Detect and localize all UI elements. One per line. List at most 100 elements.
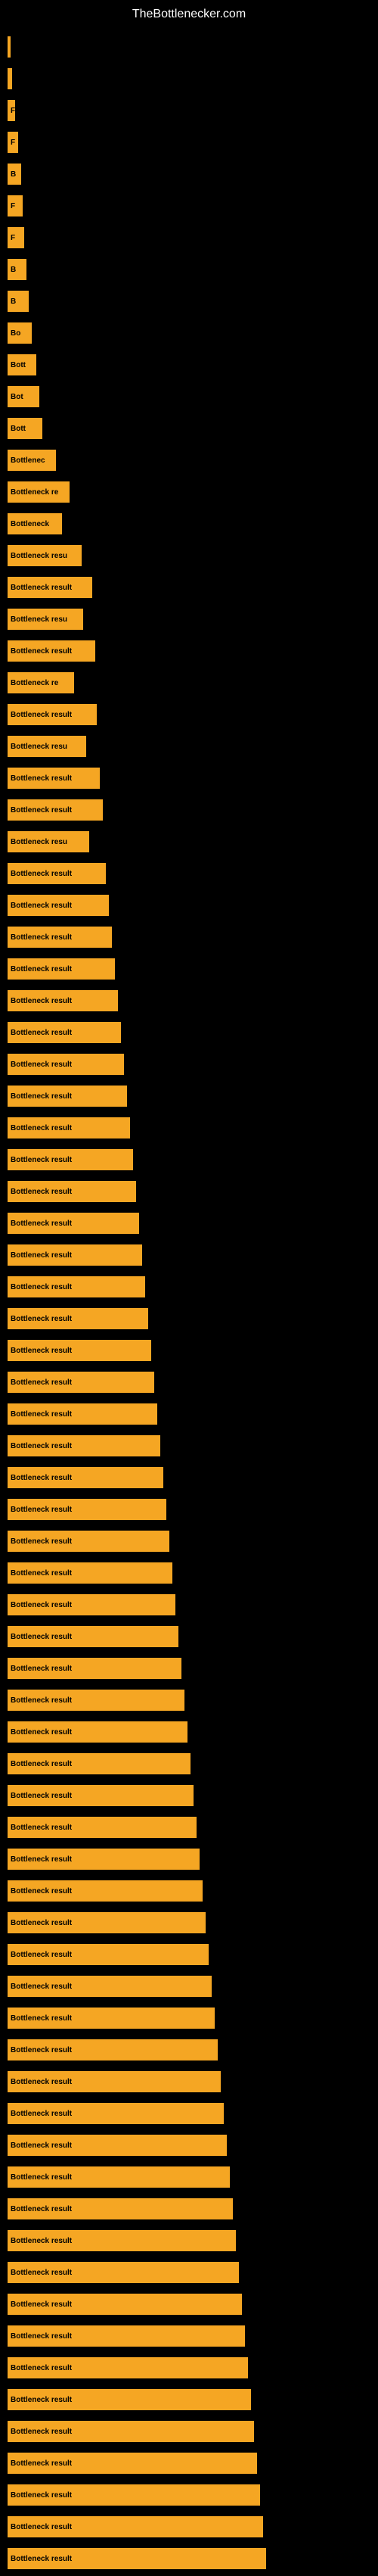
bar: Bottleneck result — [8, 1944, 209, 1965]
bar: Bottleneck result — [8, 1499, 166, 1520]
bar: Bottleneck result — [8, 2325, 245, 2347]
bar-label: Bottleneck result — [11, 1188, 72, 1196]
bar: Bottleneck result — [8, 2198, 233, 2219]
bar: Bottleneck result — [8, 577, 92, 598]
bar-label: Bottleneck result — [11, 647, 72, 656]
bar: Bottleneck result — [8, 1626, 178, 1647]
bar: Bottleneck result — [8, 1562, 172, 1584]
bar: Bott — [8, 418, 42, 439]
bar-row: Bottleneck resu — [8, 827, 370, 856]
bar-row: Bottleneck result — [8, 1082, 370, 1110]
bar-row: Bott — [8, 414, 370, 443]
bar-label: Bottleneck result — [11, 997, 72, 1005]
bar-label: Bottleneck result — [11, 1696, 72, 1705]
bar: Bottlenec — [8, 450, 56, 471]
bar-label: Bottleneck result — [11, 1410, 72, 1419]
bar: Bottleneck result — [8, 1976, 212, 1997]
bar-label: Bottleneck result — [11, 2428, 72, 2436]
bar-label: Bottleneck result — [11, 1569, 72, 1578]
bar: Bottleneck result — [8, 1849, 200, 1870]
bar-label: Bottleneck result — [11, 1347, 72, 1355]
bar-row: Bottleneck result — [8, 1336, 370, 1365]
bar-label: Bottleneck result — [11, 1887, 72, 1895]
bar-label: Bottleneck result — [11, 1474, 72, 1482]
bar — [8, 68, 12, 89]
bar: Bottleneck result — [8, 1753, 191, 1774]
bar: Bottleneck result — [8, 2008, 215, 2029]
bar-row: Bottleneck result — [8, 2322, 370, 2350]
bar-row: Bottleneck result — [8, 891, 370, 920]
bar-label: Bottleneck result — [11, 1792, 72, 1800]
bar-row: B — [8, 255, 370, 284]
bar: Bottleneck result — [8, 1658, 181, 1679]
bar: Bottleneck result — [8, 704, 97, 725]
bar-row: Bottleneck re — [8, 668, 370, 697]
bar: Bottleneck result — [8, 1054, 124, 1075]
bar-label: Bottleneck result — [11, 1092, 72, 1101]
bar-row: Bottleneck result — [8, 2481, 370, 2509]
bar-label: Bottleneck result — [11, 2364, 72, 2372]
bar-row: Bottleneck result — [8, 1431, 370, 1460]
bar-row: F — [8, 128, 370, 157]
bar-row: Bottleneck result — [8, 1050, 370, 1079]
bar-label: F — [11, 234, 15, 242]
bar: Bottleneck result — [8, 1022, 121, 1043]
bar-row: B — [8, 287, 370, 316]
bar: F — [8, 227, 24, 248]
bar-label: Bott — [11, 425, 26, 433]
bar: Bottleneck result — [8, 1785, 194, 1806]
bar-label: Bottleneck result — [11, 2269, 72, 2277]
bar-row: Bottleneck result — [8, 796, 370, 824]
bar: Bottleneck result — [8, 799, 103, 821]
bar-row: Bottleneck result — [8, 2036, 370, 2064]
bar-label: Bottleneck result — [11, 1760, 72, 1768]
bar-row: Bottleneck result — [8, 2099, 370, 2128]
bar-row: Bott — [8, 350, 370, 379]
bar-label: Bottleneck — [11, 520, 49, 528]
bar: Bottleneck result — [8, 2516, 263, 2537]
bar-row: Bottleneck result — [8, 1114, 370, 1142]
bar-row: Bottleneck result — [8, 1559, 370, 1587]
bar-label: Bottleneck result — [11, 1633, 72, 1641]
site-title: TheBottlenecker.com — [0, 0, 378, 25]
bar-row: Bottleneck resu — [8, 541, 370, 570]
bar-row: Bottleneck — [8, 509, 370, 538]
bar-label: Bottleneck result — [11, 2141, 72, 2150]
bar-row: Bottleneck result — [8, 2290, 370, 2319]
bar-label: Bottleneck result — [11, 1061, 72, 1069]
bar-label: Bottleneck result — [11, 1219, 72, 1228]
bar: Bottleneck result — [8, 2166, 230, 2188]
bar: Bottleneck result — [8, 958, 115, 980]
bar: Bot — [8, 386, 39, 407]
bar-row: Bottleneck result — [8, 1590, 370, 1619]
bar-label: Bottleneck result — [11, 1537, 72, 1546]
bar: Bottleneck result — [8, 1340, 151, 1361]
bar: Bottleneck resu — [8, 609, 83, 630]
bar-label: Bottleneck result — [11, 902, 72, 910]
bar: Bottleneck result — [8, 1213, 139, 1234]
bar: Bottleneck result — [8, 1531, 169, 1552]
bar-row: Bottleneck result — [8, 2194, 370, 2223]
bar-label: Bottleneck resu — [11, 552, 67, 560]
bar-row: Bottleneck result — [8, 923, 370, 952]
bar-label: Bottlenec — [11, 456, 45, 465]
bar-row: Bottleneck result — [8, 1622, 370, 1651]
bar-label: Bottleneck result — [11, 870, 72, 878]
bar-row: B — [8, 160, 370, 188]
bar: Bottleneck resu — [8, 545, 82, 566]
bar-label: Bottleneck re — [11, 679, 58, 687]
bar-row: Bottleneck result — [8, 2067, 370, 2096]
bar-label: Bottleneck re — [11, 488, 58, 497]
bar-row: Bottleneck result — [8, 1272, 370, 1301]
bar-row: Bottleneck result — [8, 1972, 370, 2001]
bar-row — [8, 33, 370, 61]
bar: Bottleneck re — [8, 672, 74, 693]
bar-row: Bottleneck re — [8, 478, 370, 506]
bar: Bottleneck result — [8, 990, 118, 1011]
bar-row: Bottleneck result — [8, 637, 370, 665]
bar-row: Bottleneck result — [8, 1495, 370, 1524]
bar-label: Bottleneck result — [11, 1506, 72, 1514]
chart-area: FFBFFBBBoBottBotBottBottlenecBottleneck … — [0, 33, 378, 2573]
bar-row: Bottleneck result — [8, 700, 370, 729]
bar-label: Bottleneck result — [11, 2555, 72, 2563]
